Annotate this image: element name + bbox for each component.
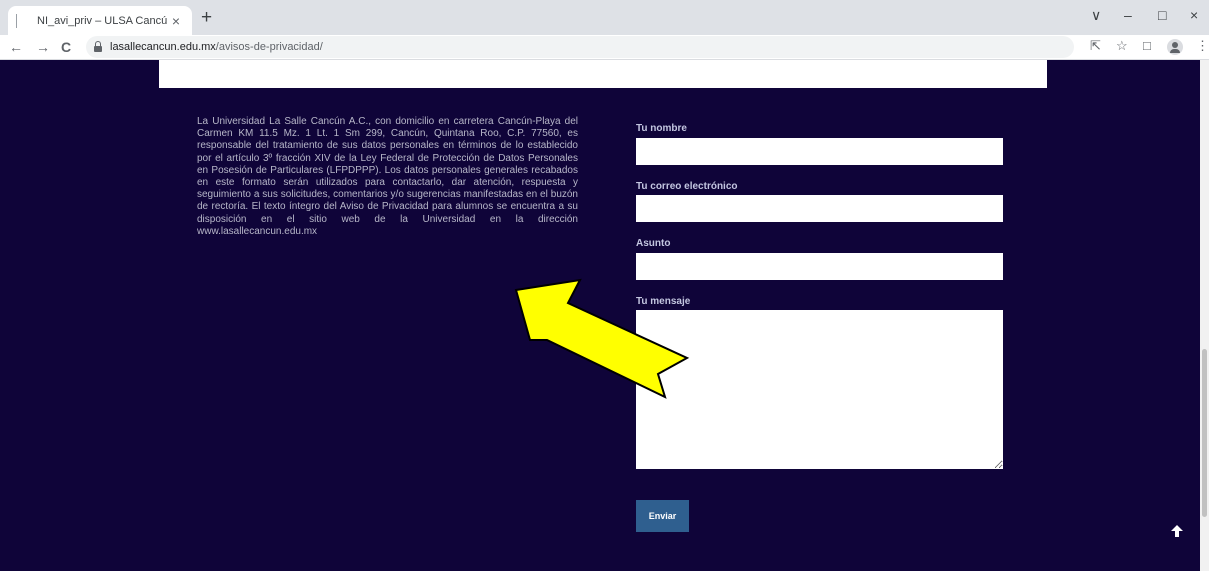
send-button[interactable]: Enviar bbox=[636, 500, 689, 532]
address-bar[interactable]: lasallecancun.edu.mx/avisos-de-privacida… bbox=[86, 36, 1074, 58]
message-label: Tu mensaje bbox=[636, 296, 691, 307]
name-label: Tu nombre bbox=[636, 123, 687, 134]
minimize-icon[interactable]: – bbox=[1124, 7, 1132, 23]
profile-avatar-icon[interactable] bbox=[1167, 39, 1183, 55]
share-icon[interactable]: ⇱ bbox=[1090, 38, 1101, 54]
tab-close-icon[interactable]: × bbox=[168, 13, 184, 29]
reload-icon[interactable]: C bbox=[61, 38, 71, 56]
privacy-notice-text: La Universidad La Salle Cancún A.C., con… bbox=[197, 116, 578, 237]
lock-icon[interactable] bbox=[94, 41, 102, 52]
scrollbar-thumb[interactable] bbox=[1202, 349, 1207, 517]
bookmark-star-icon[interactable]: ☆ bbox=[1116, 38, 1128, 54]
new-tab-icon[interactable]: + bbox=[201, 7, 212, 29]
restore-icon[interactable]: □ bbox=[1158, 7, 1166, 23]
browser-tab-strip: NI_avi_priv – ULSA Cancún × + ∨ – □ × bbox=[0, 0, 1209, 35]
page-scrollbar[interactable] bbox=[1200, 60, 1209, 571]
annotation-arrow bbox=[514, 278, 690, 399]
subject-label: Asunto bbox=[636, 238, 671, 249]
url-host: lasallecancun.edu.mx bbox=[110, 41, 216, 53]
browser-menu-icon[interactable]: ⋮ bbox=[1196, 38, 1209, 54]
email-label: Tu correo electrónico bbox=[636, 181, 738, 192]
scroll-to-top-icon[interactable] bbox=[1170, 524, 1184, 538]
forward-icon[interactable]: → bbox=[36, 38, 50, 56]
message-textarea[interactable] bbox=[636, 310, 1003, 469]
page-favicon-icon bbox=[16, 13, 29, 28]
page-content: La Universidad La Salle Cancún A.C., con… bbox=[0, 60, 1209, 571]
email-input[interactable] bbox=[636, 195, 1003, 222]
browser-toolbar: ← → C lasallecancun.edu.mx/avisos-de-pri… bbox=[0, 35, 1209, 60]
tab-title: NI_avi_priv – ULSA Cancún bbox=[37, 14, 168, 27]
tab-search-icon[interactable]: ∨ bbox=[1091, 7, 1101, 24]
browser-tab[interactable]: NI_avi_priv – ULSA Cancún × bbox=[8, 6, 192, 35]
content-card bbox=[159, 60, 1047, 88]
subject-input[interactable] bbox=[636, 253, 1003, 280]
url-text[interactable]: lasallecancun.edu.mx/avisos-de-privacida… bbox=[110, 41, 323, 53]
url-path: /avisos-de-privacidad/ bbox=[215, 41, 323, 53]
back-icon[interactable]: ← bbox=[9, 38, 23, 56]
close-window-icon[interactable]: × bbox=[1190, 7, 1198, 23]
side-panel-icon[interactable]: □ bbox=[1143, 38, 1151, 53]
name-input[interactable] bbox=[636, 138, 1003, 165]
